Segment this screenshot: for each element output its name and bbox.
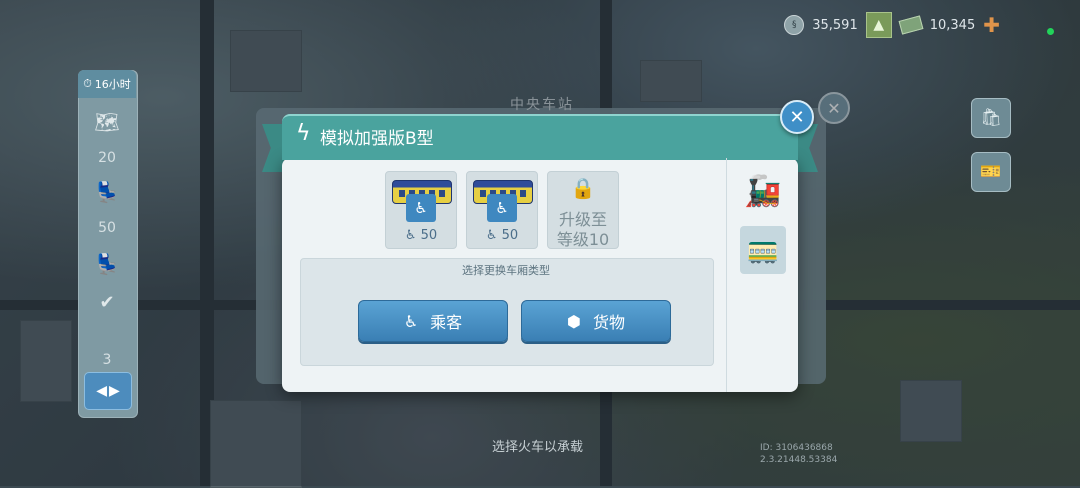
hexagon-icon: ⬢ xyxy=(567,311,581,331)
timer-label: 16小时 xyxy=(94,78,131,91)
capacity-value: 50 xyxy=(501,228,519,243)
seat-upgrade-icon[interactable]: 💺 xyxy=(84,174,130,210)
train-car-slot[interactable]: ♿ ♿ 50 xyxy=(385,171,457,249)
checkmark-icon: ✔ xyxy=(99,291,115,313)
unlock-line: 等级10 xyxy=(556,230,610,249)
lightning-icon: ϟ xyxy=(296,121,311,146)
simcash-icon xyxy=(898,15,924,35)
lock-icon: 🔒 xyxy=(570,176,596,200)
timer-header: ⏱ 16小时 xyxy=(78,70,136,98)
cargo-button[interactable]: ⬢ 货物 xyxy=(521,300,671,342)
build-id: ID: 3106436868 2.3.21448.53384 xyxy=(760,442,837,466)
seat-small-icon: ♿ xyxy=(485,228,498,243)
unlock-requirement: 升级至 等级10 xyxy=(548,210,618,250)
close-icon[interactable]: ✕ xyxy=(780,100,814,134)
train-car-slot[interactable]: ♿ ♿ 50 xyxy=(466,171,538,249)
capacity-label: ♿ 50 xyxy=(386,228,456,243)
car-type-label: 选择更换车厢类型 xyxy=(462,264,550,277)
train-car-icon[interactable]: 🚃 xyxy=(740,226,786,274)
select-train-hint: 选择火车以承载 xyxy=(492,440,584,455)
build-id-line: 2.3.21448.53384 xyxy=(760,455,838,465)
arrow-right-icon[interactable]: ▶ xyxy=(109,383,120,399)
connection-status-dot xyxy=(1047,28,1054,35)
simoleon-icon: § xyxy=(784,15,805,35)
unlock-line: 升级至 xyxy=(558,210,607,229)
ticket-icon[interactable]: 🎫 xyxy=(971,152,1011,192)
arrow-left-icon[interactable]: ◀ xyxy=(96,383,107,399)
stopwatch-icon: ⏱ xyxy=(83,77,92,90)
add-currency-icon[interactable]: ✚ xyxy=(983,13,1000,37)
capacity-value: 50 xyxy=(420,228,438,243)
seat-upgrade-icon[interactable]: 💺 xyxy=(84,246,130,282)
dialog-title: 模拟加强版B型 xyxy=(320,129,434,149)
seat-small-icon: ♿ xyxy=(404,228,417,243)
currency-hud: § 35,591 ▲ 10,345 ✚ xyxy=(784,12,1000,38)
cargo-button-label: 货物 xyxy=(592,313,625,332)
level-up-icon[interactable]: ▲ xyxy=(865,12,892,38)
build-id-line: ID: 3106436868 xyxy=(760,443,833,453)
seat-icon: ♿ xyxy=(487,194,517,222)
passenger-button-label: 乘客 xyxy=(430,313,463,332)
map-icon[interactable]: 🗺 xyxy=(84,104,130,140)
seat-icon: ♿ xyxy=(403,311,419,331)
seat-icon: ♿ xyxy=(406,194,436,222)
shop-bag-icon[interactable]: 🛍 xyxy=(971,98,1011,138)
sidebar-value: 50 xyxy=(98,220,116,236)
capacity-label: ♿ 50 xyxy=(467,228,537,243)
page-arrows-button[interactable]: ◀ ▶ xyxy=(84,372,132,410)
locked-car-slot: 🔒 升级至 等级10 xyxy=(547,171,619,249)
page-count: 3 xyxy=(102,352,112,368)
sidebar-value: 20 xyxy=(98,150,116,166)
passenger-button[interactable]: ♿ 乘客 xyxy=(358,300,508,342)
simoleons-value: 35,591 xyxy=(812,17,858,33)
locomotive-icon[interactable]: 🚂 xyxy=(740,170,786,212)
simcash-value: 10,345 xyxy=(929,17,976,33)
